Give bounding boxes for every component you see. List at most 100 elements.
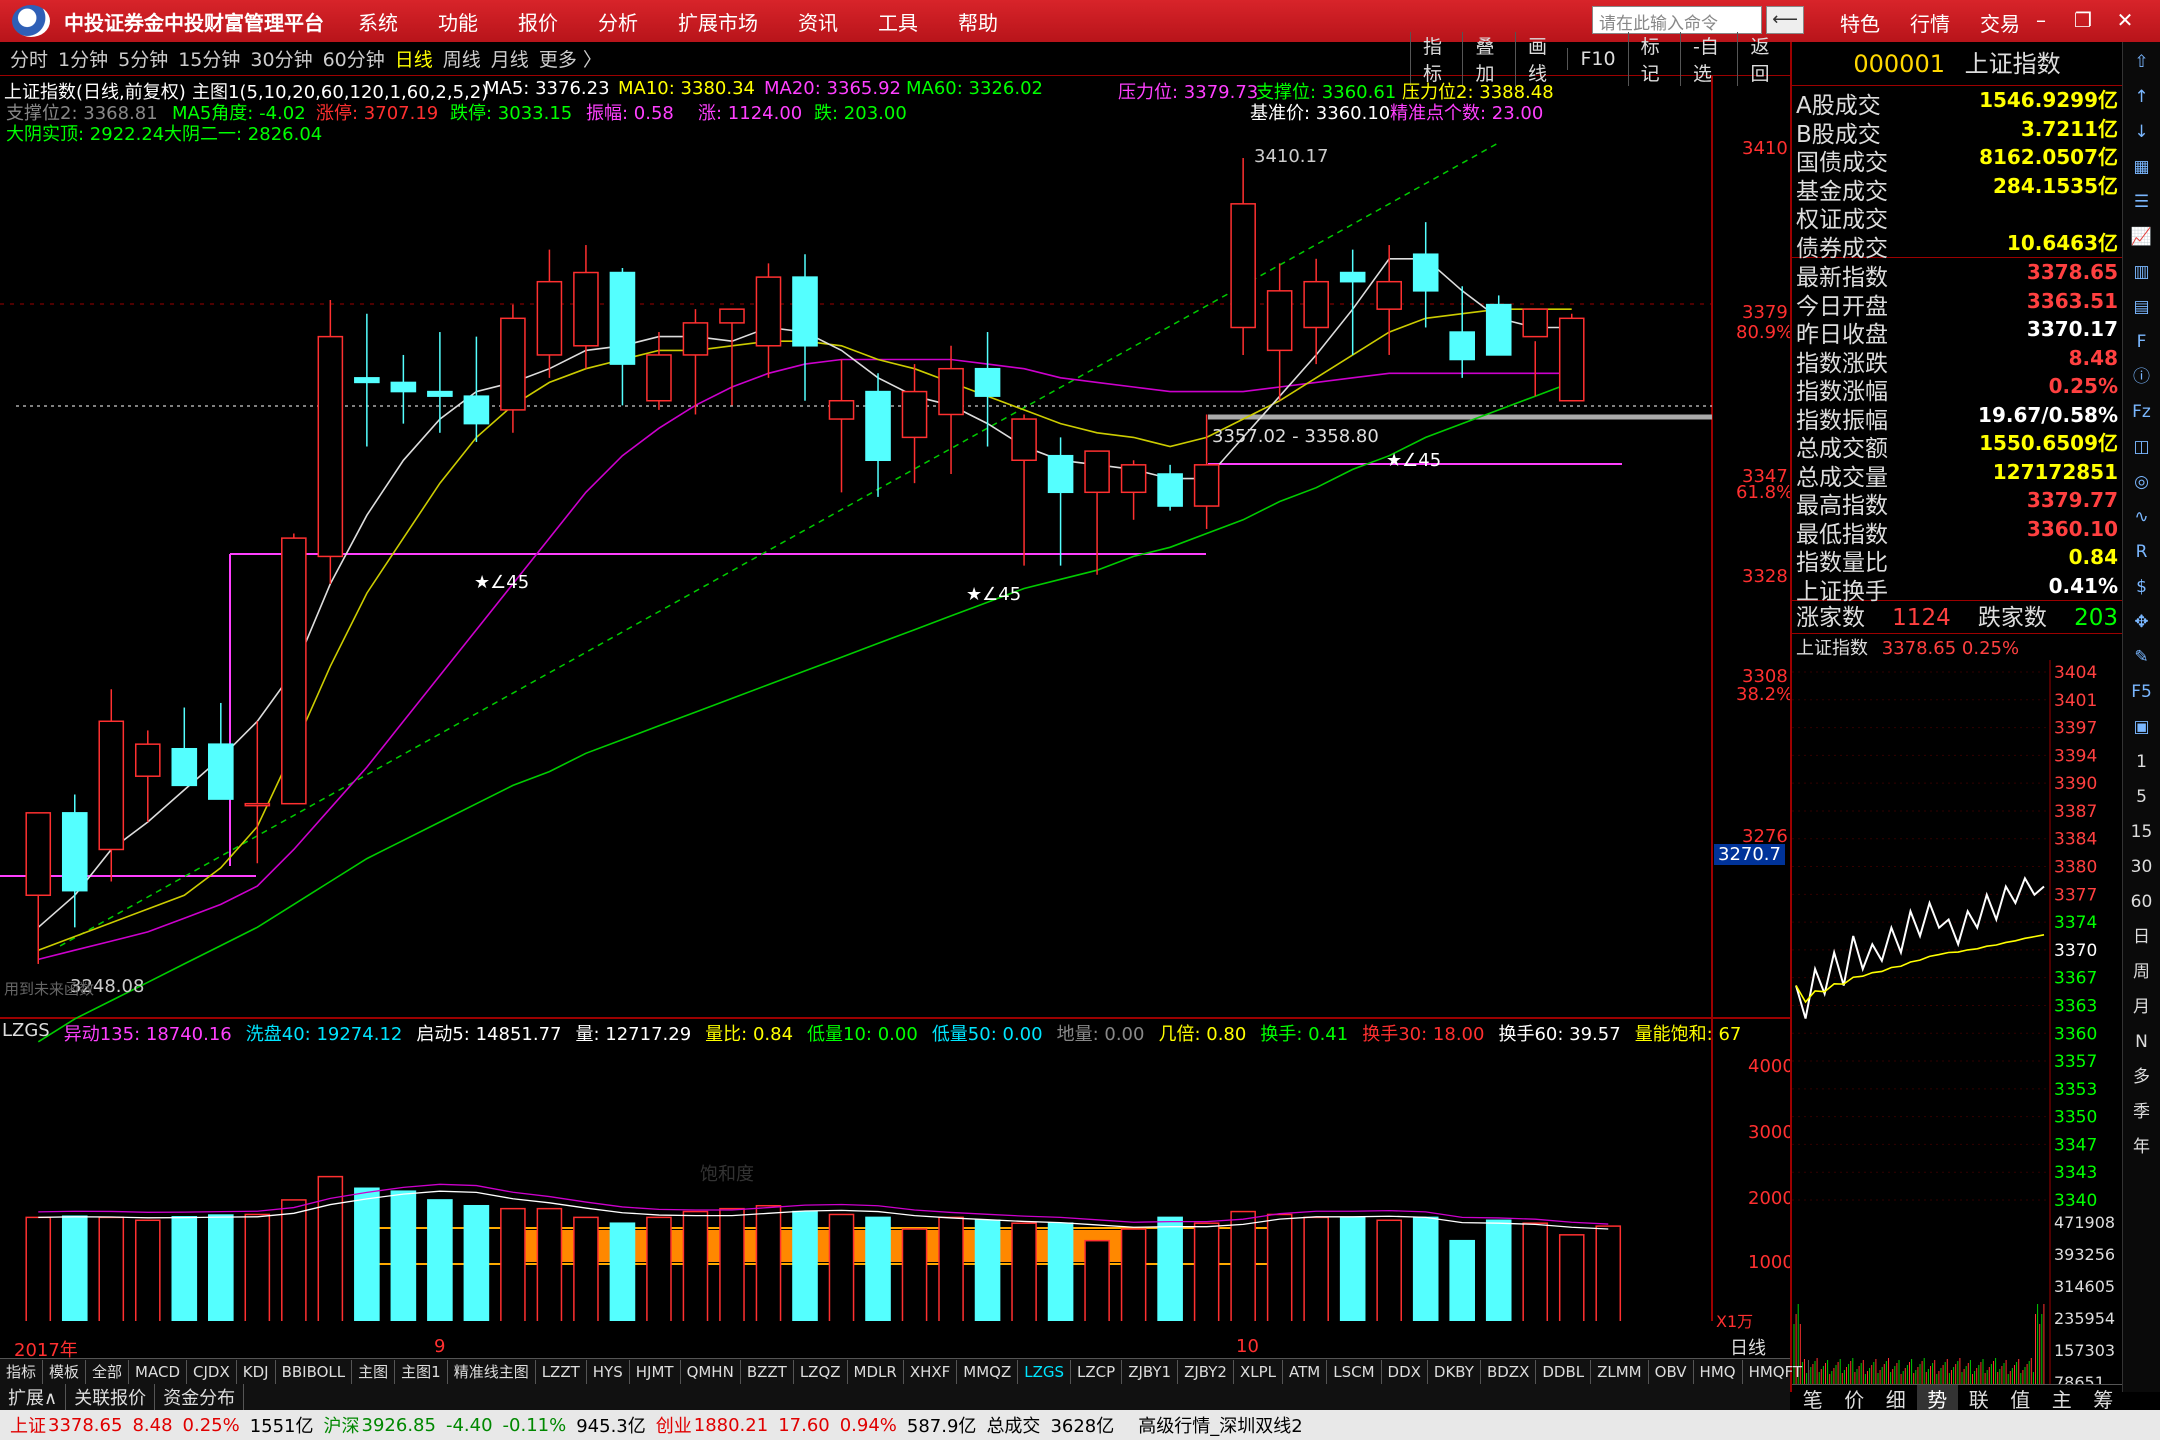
menu-item[interactable]: 扩展市场 [678, 7, 758, 36]
kline-chart[interactable] [0, 76, 1790, 1321]
side-period-button[interactable]: 多 [2127, 1062, 2157, 1092]
indicator-tab[interactable]: XLPL [1234, 1359, 1284, 1384]
move-icon[interactable]: ✥ [2127, 607, 2157, 637]
command-input[interactable]: 请在此输入命令 [1592, 6, 1762, 34]
indicator-tab[interactable]: MACD [129, 1359, 188, 1384]
side-period-button[interactable]: 日 [2127, 922, 2157, 952]
enter-arrow-icon[interactable]: ⟵ [1766, 6, 1804, 34]
chart-icon[interactable]: ◫ [2127, 432, 2157, 462]
indicator-tab[interactable]: DDBL [1536, 1359, 1592, 1384]
side-period-button[interactable]: 周 [2127, 957, 2157, 987]
side-period-button[interactable]: 15 [2127, 817, 2157, 847]
menu-item[interactable]: 工具 [878, 7, 918, 36]
menu-item[interactable]: 分析 [598, 7, 638, 36]
rsi-icon[interactable]: R [2127, 537, 2157, 567]
period-tab[interactable]: 周线 [443, 45, 481, 72]
period-tab[interactable]: 月线 [491, 45, 529, 72]
indicator-tab[interactable]: OBV [1649, 1359, 1694, 1384]
side-period-button[interactable]: 60 [2127, 887, 2157, 917]
indicator-tab[interactable]: LZCP [1071, 1359, 1123, 1384]
indicator-tab[interactable]: 模板 [43, 1359, 87, 1384]
indicator-tab[interactable]: 主图 [352, 1359, 396, 1384]
indicator-tab[interactable]: ZLMM [1591, 1359, 1649, 1384]
indicator-tab[interactable]: 主图1 [395, 1359, 448, 1384]
indicator-tab[interactable]: HMQ [1694, 1359, 1743, 1384]
arrow-up-icon[interactable]: ↑ [2127, 82, 2157, 112]
indicator-tab[interactable]: DKBY [1428, 1359, 1481, 1384]
indicator-tab[interactable]: ZJBY1 [1122, 1359, 1179, 1384]
indicator-tab[interactable]: LSCM [1327, 1359, 1382, 1384]
indicator-tab[interactable]: KDJ [237, 1359, 276, 1384]
side-period-button[interactable]: 月 [2127, 992, 2157, 1022]
indicator-tab[interactable]: LZQZ [794, 1359, 848, 1384]
indicator-tab[interactable]: LZGS [1018, 1359, 1072, 1384]
period-tab[interactable]: 60分钟 [323, 45, 385, 72]
indicator-tab[interactable]: MDLR [848, 1359, 904, 1384]
wave-icon[interactable]: ∿ [2127, 502, 2157, 532]
right-menu-item[interactable]: 交易 [1980, 8, 2020, 37]
chevron-up-icon[interactable]: ⇧ [2127, 47, 2157, 77]
right-menu-item[interactable]: 特色 [1840, 8, 1880, 37]
volume-bar [682, 1210, 709, 1321]
period-tab[interactable]: 1分钟 [58, 45, 108, 72]
side-period-button[interactable]: N [2127, 1027, 2157, 1057]
minimize-icon[interactable]: – [2020, 6, 2062, 34]
menu-item[interactable]: 系统 [358, 7, 398, 36]
image-icon[interactable]: ▣ [2127, 712, 2157, 742]
expand-tab[interactable]: 关联报价 [66, 1384, 156, 1410]
close-icon[interactable]: ✕ [2104, 6, 2146, 34]
pencil-icon[interactable]: ✎ [2127, 642, 2157, 672]
side-period-button[interactable]: 5 [2127, 782, 2157, 812]
period-tab[interactable]: 15分钟 [178, 45, 240, 72]
menu-item[interactable]: 功能 [438, 7, 478, 36]
expand-tab[interactable]: 资金分布 [155, 1384, 245, 1410]
indicator-tab[interactable]: LZZT [536, 1359, 587, 1384]
period-tab[interactable]: 更多 〉 [539, 45, 602, 72]
chart-line-icon[interactable]: 📈 [2127, 222, 2157, 252]
indicator-tab[interactable]: BBIBOLL [276, 1359, 353, 1384]
money-icon[interactable]: $ [2127, 572, 2157, 602]
indicator-tab[interactable]: CJDX [187, 1359, 237, 1384]
expand-tab[interactable]: 扩展∧ [0, 1384, 67, 1410]
settings-icon[interactable]: ◎ [2127, 467, 2157, 497]
menu-item[interactable]: 资讯 [798, 7, 838, 36]
period-tab[interactable]: 分时 [10, 45, 48, 72]
indicator-tab[interactable]: QMHN [681, 1359, 741, 1384]
intraday-mini-chart[interactable]: 3404 3401 3397 3394 3390 3387 3384 3380 3377 3374… [1792, 660, 2124, 1384]
indicator-tab[interactable]: HYS [587, 1359, 630, 1384]
grid-icon[interactable]: ▦ [2127, 152, 2157, 182]
indicator-tab[interactable]: 指标 [0, 1359, 44, 1384]
kline-icon[interactable]: ▥ [2127, 257, 2157, 287]
f5-icon[interactable]: F5 [2127, 677, 2157, 707]
menu-item[interactable]: 报价 [518, 7, 558, 36]
restore-icon[interactable]: ❐ [2062, 6, 2104, 34]
indicator-tab[interactable]: DDX [1382, 1359, 1428, 1384]
period-tab[interactable]: 5分钟 [118, 45, 168, 72]
indicator-tab[interactable]: 全部 [86, 1359, 130, 1384]
info-icon[interactable]: ⓘ [2127, 362, 2157, 392]
indicator-tab[interactable]: MMQZ [957, 1359, 1019, 1384]
indicator-tab[interactable]: 精准线主图 [448, 1359, 536, 1384]
indicator-tab[interactable]: HMQFT [1743, 1359, 1810, 1384]
side-period-button[interactable]: 季 [2127, 1097, 2157, 1127]
fz-icon[interactable]: Fz [2127, 397, 2157, 427]
list-icon[interactable]: ☰ [2127, 187, 2157, 217]
indicator-tab[interactable]: XHXF [904, 1359, 958, 1384]
right-menu-item[interactable]: 行情 [1910, 8, 1950, 37]
indicator-tab[interactable]: BDZX [1481, 1359, 1537, 1384]
side-period-button[interactable]: 30 [2127, 852, 2157, 882]
menu-item[interactable]: 帮助 [958, 7, 998, 36]
indicator-tab[interactable]: BZZT [741, 1359, 794, 1384]
main-chart[interactable]: 上证指数(日线,前复权) 主图1(5,10,20,60,120,1,60,2,5… [0, 76, 1805, 1361]
indicator-tab[interactable]: ZJBY2 [1178, 1359, 1234, 1384]
doc-icon[interactable]: ▤ [2127, 292, 2157, 322]
arrow-down-icon[interactable]: ↓ [2127, 117, 2157, 147]
side-period-button[interactable]: 年 [2127, 1132, 2157, 1162]
chart-tool-button[interactable]: F10 [1567, 48, 1627, 70]
indicator-tab[interactable]: ATM [1283, 1359, 1328, 1384]
f10-icon[interactable]: F [2127, 327, 2157, 357]
period-tab[interactable]: 30分钟 [250, 45, 312, 72]
period-tab[interactable]: 日线 [395, 45, 433, 72]
indicator-tab[interactable]: HJMT [630, 1359, 681, 1384]
side-period-button[interactable]: 1 [2127, 747, 2157, 777]
